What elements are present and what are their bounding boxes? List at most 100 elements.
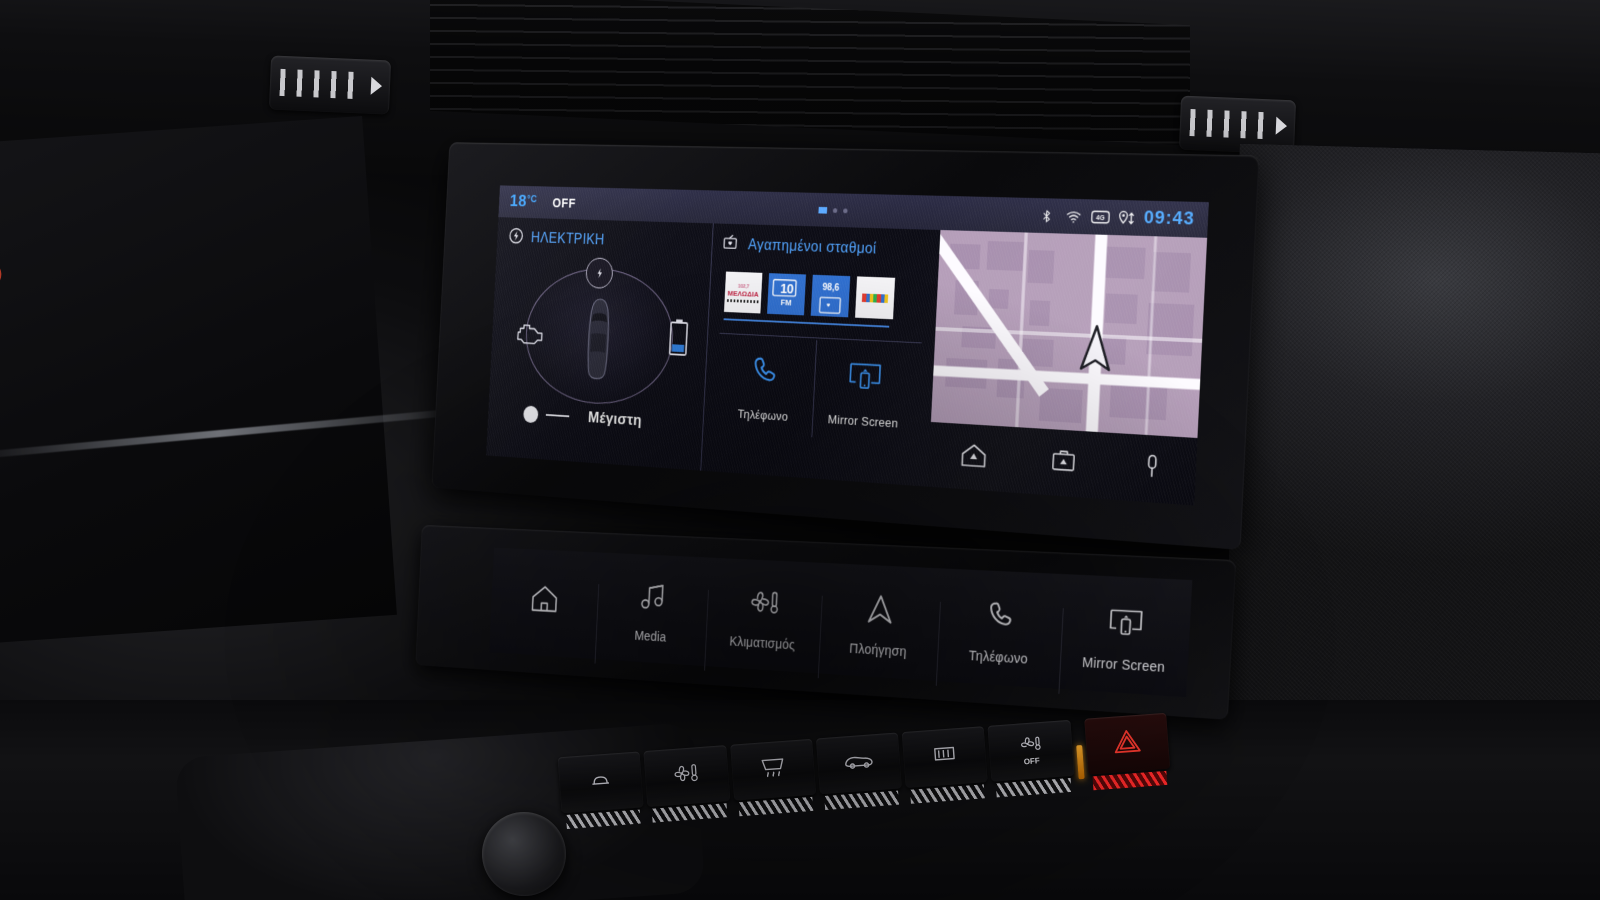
touchbar-item-climate[interactable]: Κλιματισμός	[705, 577, 822, 654]
station-preset[interactable]: 102,7 ΜΕΛΩΔΙΑ	[724, 272, 762, 314]
climate-off-label: OFF	[1018, 755, 1045, 766]
rear-defrost-icon	[931, 743, 959, 771]
button-grill	[738, 797, 813, 816]
vent-direction-arrow-icon	[371, 77, 383, 95]
climate-off-icon: OFF	[1017, 735, 1045, 766]
button-grill	[824, 791, 899, 810]
station-logo: 98,6	[818, 277, 844, 314]
climate-state-label[interactable]: OFF	[552, 196, 576, 211]
tile-navigation[interactable]	[928, 230, 1207, 505]
touchbar-item-home[interactable]	[490, 573, 598, 633]
touchbar-label: Media	[596, 626, 706, 647]
energy-mode-label: Μέγιστη	[588, 409, 643, 430]
station-preset[interactable]: 10 FM	[767, 273, 806, 315]
station-scroll-indicator[interactable]	[724, 318, 890, 327]
radio-tile-title: Αγαπημένοι σταθμοί	[748, 237, 877, 258]
tile-divider	[720, 333, 922, 344]
air-recirculation-icon	[843, 750, 875, 776]
temperature-readout[interactable]: 18°C	[509, 192, 537, 212]
map-view[interactable]	[931, 230, 1207, 438]
station-logo: 102,7 ΜΕΛΩΔΙΑ	[727, 281, 759, 303]
wifi-icon	[1065, 208, 1081, 225]
clock: 09:43	[1143, 207, 1195, 230]
energy-mode-row[interactable]: Μέγιστη	[523, 405, 703, 434]
4g-icon: 4G	[1091, 209, 1108, 226]
physical-button-front-defrost[interactable]	[730, 739, 816, 801]
hazard-warning-icon	[1112, 728, 1142, 760]
mirror-screen-icon	[1061, 595, 1191, 651]
page-dot-icon[interactable]	[843, 208, 848, 213]
vent-fin-bars	[279, 69, 364, 99]
tile-favorite-stations[interactable]: Αγαπημένοι σταθμοί 102,7 ΜΕΛΩΔΙΑ 10 FM 9…	[700, 223, 940, 486]
center-air-vent-slats	[430, 0, 1190, 145]
button-grill	[1092, 771, 1167, 790]
left-dashboard-panel: P	[0, 116, 397, 644]
home-icon	[491, 573, 599, 624]
touchbar-label: Κλιματισμός	[705, 632, 819, 654]
music-note-icon	[597, 571, 709, 622]
physical-button-rear-defrost[interactable]	[902, 726, 988, 788]
touchbar-item-phone[interactable]: Τηλέφωνο	[937, 588, 1063, 668]
touchbar-item-media[interactable]: Media	[596, 571, 709, 646]
station-presets: 102,7 ΜΕΛΩΔΙΑ 10 FM 98,6	[724, 272, 938, 322]
physical-button-climate-off[interactable]: OFF	[988, 720, 1074, 782]
mode-toggle-knob[interactable]	[523, 405, 539, 423]
left-air-vent[interactable]	[269, 56, 391, 115]
physical-button-seat-heat[interactable]	[558, 751, 644, 813]
vent-direction-arrow-icon	[1276, 117, 1288, 135]
radio-tile-header: Αγαπημένοι σταθμοί	[722, 233, 940, 264]
car-top-icon	[581, 297, 617, 381]
briefcase-nav-icon[interactable]	[1050, 448, 1077, 479]
parking-brake-indicator-icon: P	[0, 256, 10, 297]
bolt-circle-icon	[507, 226, 524, 250]
seat-heat-icon	[588, 770, 614, 796]
page-indicator	[818, 206, 847, 213]
physical-button-air-recirculation[interactable]	[816, 732, 902, 794]
radio-favorite-icon	[722, 233, 741, 257]
station-frequency: 10	[780, 281, 794, 297]
station-logo	[862, 293, 888, 303]
mirror-screen-icon	[813, 350, 917, 404]
temperature-value: 18	[509, 192, 527, 211]
climate-fan-icon	[671, 761, 703, 790]
touchbar-label: Mirror Screen	[1060, 653, 1188, 676]
station-preset[interactable]	[855, 276, 895, 319]
phone-icon	[938, 588, 1063, 643]
button-grill	[910, 784, 985, 803]
physical-button-hazard[interactable]	[1084, 713, 1170, 775]
page-dot-icon[interactable]	[833, 208, 837, 213]
tile-energy-flow[interactable]: ΗΛΕΚΤΡΙΚΗ Μέγιστη	[486, 217, 713, 470]
button-grill	[566, 810, 641, 829]
status-icons: 4G 09:43	[1040, 205, 1195, 231]
station-band: FM	[779, 298, 793, 307]
vent-fin-bars	[1189, 109, 1269, 139]
touchbar-item-navigation[interactable]: Πλοήγηση	[819, 583, 941, 661]
climate-fan-icon	[706, 577, 822, 629]
station-logo-bars	[727, 299, 758, 303]
page-dot-active-icon[interactable]	[818, 206, 827, 213]
station-name: ΜΕΛΩΔΙΑ	[727, 290, 758, 299]
quick-action-row: Τηλέφωνο Mirror Screen	[714, 345, 935, 433]
amber-indicator	[1076, 745, 1084, 779]
station-preset[interactable]: 98,6	[811, 275, 851, 318]
screenshot-root: P 18°C OFF	[0, 0, 1600, 900]
touchbar-label: Πλοήγηση	[819, 639, 938, 661]
bluetooth-icon	[1040, 207, 1056, 224]
energy-tile-header: ΗΛΕΚΤΡΙΚΗ	[507, 226, 712, 256]
map-canvas	[931, 230, 1207, 438]
microphone-icon[interactable]	[1141, 452, 1163, 485]
gps-updown-icon	[1117, 209, 1134, 226]
button-grill	[652, 803, 727, 822]
battery-icon	[667, 318, 690, 357]
quick-action-phone[interactable]: Τηλέφωνο	[714, 345, 816, 425]
engine-icon	[515, 317, 547, 347]
touchbar-item-mirror-screen[interactable]: Mirror Screen	[1060, 595, 1192, 677]
quick-action-mirror-screen[interactable]: Mirror Screen	[812, 350, 918, 432]
svg-text:4G: 4G	[1096, 214, 1105, 222]
home-nav-icon[interactable]	[960, 442, 988, 473]
mode-toggle-track	[546, 414, 569, 418]
quick-action-label: Mirror Screen	[812, 411, 914, 431]
physical-button-climate[interactable]	[644, 745, 730, 807]
energy-tile-title: ΗΛΕΚΤΡΙΚΗ	[531, 231, 605, 249]
infotainment-display[interactable]: 18°C OFF 4G 09:43 ΗΛΕΚΤΡΙΚΗ Μέγιστη Αγαπ…	[486, 185, 1209, 505]
